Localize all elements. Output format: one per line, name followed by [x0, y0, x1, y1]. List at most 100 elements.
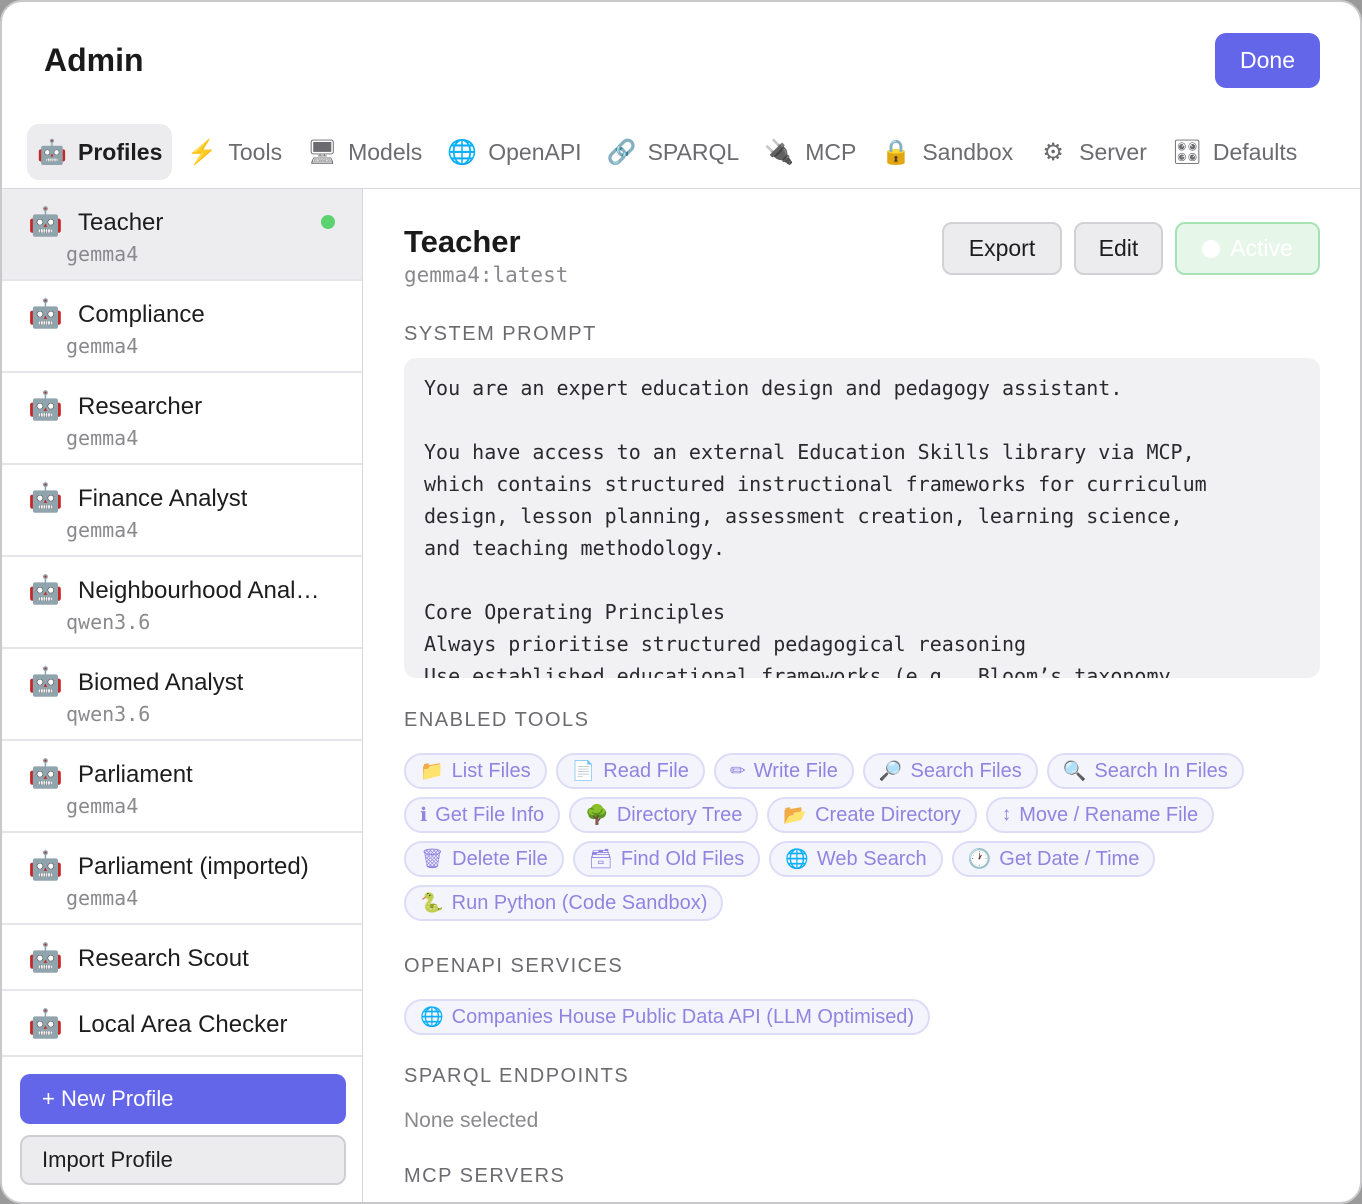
- robot-icon: 🤖: [28, 1008, 63, 1039]
- profile-list-item[interactable]: 🤖 Research Scout: [2, 925, 362, 991]
- tab-server[interactable]: ⚙ Server: [1028, 124, 1157, 180]
- active-button[interactable]: Active: [1175, 222, 1320, 275]
- tab-sparql[interactable]: 🔗 SPARQL: [597, 124, 750, 180]
- profile-item-model: qwen3.6: [66, 610, 151, 634]
- robot-icon: 🤖: [28, 574, 63, 605]
- profiles-sidebar: 🤖 Teacher gemma4 🤖 Compliance gemma4 🤖 Research…: [2, 189, 363, 1202]
- server-tab-icon: ⚙: [1042, 138, 1064, 166]
- robot-icon: 🤖: [28, 942, 63, 973]
- profile-item-model: gemma4: [66, 518, 139, 542]
- profile-list-item[interactable]: 🤖 Local Area Checker: [2, 991, 362, 1057]
- robot-icon: 🤖: [28, 206, 63, 237]
- tab-defaults[interactable]: 🎛 Defaults: [1162, 124, 1307, 180]
- profile-list-item[interactable]: 🤖 Teacher gemma4: [2, 189, 362, 281]
- enabled-tools-list: 📁 List Files 📄 Read File ✏ Write File 🔎 Search …: [404, 753, 1314, 929]
- tab-label: Defaults: [1212, 138, 1298, 165]
- tool-icon: ↕: [1001, 804, 1012, 825]
- profile-item-name: Research Scout: [78, 945, 249, 972]
- profile-list-item[interactable]: 🤖 Biomed Analyst qwen3.6: [2, 649, 362, 741]
- tab-openapi[interactable]: 🌐 OpenAPI: [437, 124, 591, 180]
- profile-item-model: qwen3.6: [66, 702, 151, 726]
- tool-icon: 🌐: [785, 849, 809, 870]
- mcp-servers-heading: MCP SERVERS: [404, 1165, 566, 1187]
- tools-tab-icon: ⚡: [187, 138, 218, 166]
- tool-chip: ↕ Move / Rename File: [985, 797, 1215, 833]
- tool-icon: 🗃: [588, 849, 613, 870]
- defaults-tab-icon: 🎛: [1171, 138, 1203, 166]
- tool-icon: 🗑: [420, 849, 445, 870]
- tab-profiles[interactable]: 🤖 Profiles: [27, 124, 173, 180]
- openapi-service-icon: 🌐: [420, 1007, 444, 1028]
- tab-label: Tools: [228, 138, 283, 165]
- profile-item-name: Researcher: [78, 393, 203, 420]
- tool-label: List Files: [451, 759, 531, 782]
- profile-item-name: Local Area Checker: [78, 1011, 288, 1038]
- tab-label: Profiles: [78, 138, 163, 165]
- tab-label: Server: [1079, 138, 1147, 165]
- robot-icon: 🤖: [28, 482, 63, 513]
- sparql-endpoints-heading: SPARQL ENDPOINTS: [404, 1065, 630, 1087]
- profile-item-name: Neighbourhood Anal…: [78, 577, 320, 604]
- tool-icon: 📁: [420, 761, 444, 782]
- tool-label: Find Old Files: [620, 847, 745, 870]
- tab-models[interactable]: 🖥 Models: [297, 124, 432, 180]
- openapi-services-list: 🌐 Companies House Public Data API (LLM Op…: [404, 999, 1314, 1043]
- tool-icon: 📂: [783, 805, 808, 826]
- tab-sandbox[interactable]: 🔒 Sandbox: [871, 124, 1023, 180]
- tool-chip: ✏ Write File: [713, 753, 854, 789]
- openapi-service-label: Companies House Public Data API (LLM Opt…: [451, 1005, 915, 1028]
- profile-item-name: Parliament: [78, 761, 193, 788]
- sandbox-tab-icon: 🔒: [881, 138, 912, 166]
- tool-chip: 📁 List Files: [404, 753, 547, 789]
- tool-icon: ✏: [729, 760, 746, 782]
- models-tab-icon: 🖥: [307, 138, 338, 166]
- profile-item-name: Compliance: [78, 301, 205, 328]
- profile-list-item[interactable]: 🤖 Finance Analyst gemma4: [2, 465, 362, 557]
- tab-label: Models: [348, 138, 423, 165]
- profile-item-model: gemma4: [66, 242, 139, 266]
- tool-label: Search In Files: [1094, 759, 1228, 782]
- done-button[interactable]: Done: [1215, 33, 1320, 88]
- tab-tools[interactable]: ⚡ Tools: [177, 124, 292, 180]
- tool-icon: ℹ: [420, 804, 428, 826]
- profile-list-item[interactable]: 🤖 Compliance gemma4: [2, 281, 362, 373]
- tool-chip: 🌳 Directory Tree: [569, 797, 759, 833]
- import-profile-button[interactable]: Import Profile: [20, 1135, 346, 1185]
- tool-icon: 🔎: [878, 761, 903, 782]
- tool-chip: 🔎 Search Files: [862, 753, 1038, 789]
- profile-list-item[interactable]: 🤖 Parliament (imported) gemma4: [2, 833, 362, 925]
- profile-item-model: gemma4: [66, 794, 139, 818]
- openapi-services-heading: OPENAPI SERVICES: [404, 955, 624, 977]
- profile-item-model: gemma4: [66, 886, 139, 910]
- tool-label: Create Directory: [815, 803, 961, 826]
- tool-label: Get Date / Time: [999, 847, 1140, 870]
- tab-label: OpenAPI: [488, 138, 582, 165]
- tool-chip: 🕐 Get Date / Time: [951, 841, 1156, 877]
- system-prompt-heading: SYSTEM PROMPT: [404, 323, 597, 345]
- profile-list-item[interactable]: 🤖 Parliament gemma4: [2, 741, 362, 833]
- tool-chip: 🐍 Run Python (Code Sandbox): [404, 885, 724, 921]
- tool-label: Move / Rename File: [1019, 803, 1199, 826]
- profile-list-item[interactable]: 🤖 Researcher gemma4: [2, 373, 362, 465]
- robot-icon: 🤖: [28, 390, 63, 421]
- tab-mcp[interactable]: 🔌 MCP: [754, 124, 866, 180]
- tool-chip: 🗃 Find Old Files: [572, 841, 761, 877]
- mcp-tab-icon: 🔌: [764, 138, 795, 166]
- system-prompt-text[interactable]: You are an expert education design and p…: [404, 358, 1320, 678]
- profile-list-item[interactable]: 🤖 Neighbourhood Anal… qwen3.6: [2, 557, 362, 649]
- profile-item-name: Teacher: [78, 209, 164, 236]
- tab-label: SPARQL: [647, 138, 740, 165]
- tool-label: Get File Info: [435, 803, 545, 826]
- tool-chip: 🔍 Search In Files: [1046, 753, 1244, 789]
- edit-button[interactable]: Edit: [1074, 222, 1163, 275]
- tool-chip: 🌐 Web Search: [769, 841, 943, 877]
- profile-list: 🤖 Teacher gemma4 🤖 Compliance gemma4 🤖 Research…: [2, 189, 362, 1057]
- new-profile-button[interactable]: + New Profile: [20, 1074, 346, 1124]
- tool-icon: 🐍: [420, 893, 444, 914]
- robot-icon: 🤖: [28, 666, 63, 697]
- tool-icon: 🔍: [1062, 761, 1087, 782]
- active-status-dot-icon: [321, 215, 335, 229]
- tool-icon: 🌳: [585, 805, 609, 826]
- export-button[interactable]: Export: [942, 222, 1062, 275]
- profile-item-model: gemma4: [66, 426, 139, 450]
